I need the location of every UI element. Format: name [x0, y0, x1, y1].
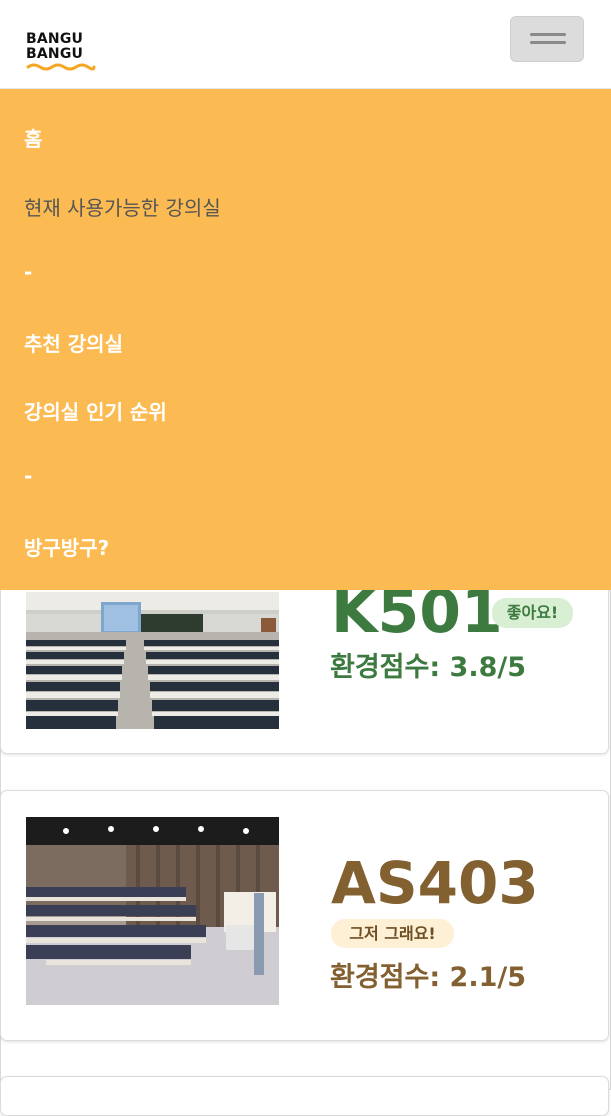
- brand-logo[interactable]: BANGU BANGU: [26, 32, 106, 78]
- nav-dropdown-menu: 홈 현재 사용가능한 강의실 - 추천 강의실 강의실 인기 순위 - 방구방구…: [0, 89, 611, 590]
- nav-divider: -: [24, 260, 33, 284]
- hamburger-icon: [530, 33, 566, 36]
- classroom-photo: [26, 592, 279, 729]
- classroom-photo: [26, 817, 279, 1005]
- nav-item-about[interactable]: 방구방구?: [24, 532, 109, 561]
- nav-item-available-rooms[interactable]: 현재 사용가능한 강의실: [24, 192, 221, 221]
- hamburger-icon: [530, 41, 566, 44]
- nav-item-home[interactable]: 홈: [24, 123, 42, 152]
- nav-item-recommended-rooms[interactable]: 추천 강의실: [24, 328, 123, 357]
- environment-score: 환경점수: 2.1/5: [330, 962, 527, 993]
- logo-text-line2: BANGU: [26, 46, 84, 62]
- classroom-card[interactable]: [0, 1076, 609, 1116]
- nav-divider: -: [24, 464, 33, 488]
- navbar: BANGU BANGU: [0, 0, 611, 89]
- environment-score: 환경점수: 3.8/5: [330, 652, 527, 683]
- rating-badge: 그저 그래요!: [331, 919, 454, 948]
- classroom-card[interactable]: AS403 그저 그래요! 환경점수: 2.1/5: [0, 790, 609, 1041]
- logo-text-line1: BANGU: [26, 31, 84, 47]
- rating-badge: 좋아요!: [492, 598, 573, 628]
- menu-toggle-button[interactable]: [510, 16, 584, 62]
- logo-wave-icon: [26, 63, 96, 71]
- nav-item-popular-ranking[interactable]: 강의실 인기 순위: [24, 396, 167, 425]
- room-name: AS403: [331, 849, 539, 917]
